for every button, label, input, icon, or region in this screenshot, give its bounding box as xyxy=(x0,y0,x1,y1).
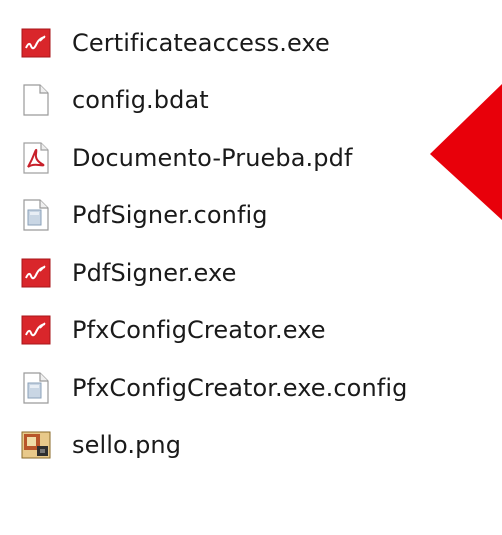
file-name: Certificateaccess.exe xyxy=(72,28,330,57)
blank-file-icon xyxy=(18,82,54,118)
file-name: Documento-Prueba.pdf xyxy=(72,143,353,172)
file-name: sello.png xyxy=(72,431,182,460)
signer-exe-icon xyxy=(18,25,54,61)
file-name: PdfSigner.exe xyxy=(72,258,237,287)
png-image-icon xyxy=(18,427,54,463)
file-item-certificateaccess-exe[interactable]: Certificateaccess.exe xyxy=(18,14,488,72)
file-item-pdfsigner-config[interactable]: PdfSigner.config xyxy=(18,187,488,245)
signer-exe-icon xyxy=(18,255,54,291)
file-name: PfxConfigCreator.exe xyxy=(72,316,326,345)
file-item-pfxconfigcreator-exe-config[interactable]: PfxConfigCreator.exe.config xyxy=(18,359,488,417)
file-item-documento-prueba-pdf[interactable]: Documento-Prueba.pdf xyxy=(18,129,488,187)
file-item-config-bdat[interactable]: config.bdat xyxy=(18,72,488,130)
file-name: PfxConfigCreator.exe.config xyxy=(72,373,408,402)
file-item-pdfsigner-exe[interactable]: PdfSigner.exe xyxy=(18,244,488,302)
red-arrow-pointer xyxy=(430,84,502,220)
red-arrow-shape xyxy=(430,84,502,220)
file-item-sello-png[interactable]: sello.png xyxy=(18,417,488,475)
file-list: Certificateaccess.exe config.bdat Docume… xyxy=(18,14,488,474)
config-file-icon xyxy=(18,370,54,406)
file-name: PdfSigner.config xyxy=(72,201,268,230)
signer-exe-icon xyxy=(18,312,54,348)
file-item-pfxconfigcreator-exe[interactable]: PfxConfigCreator.exe xyxy=(18,302,488,360)
pdf-file-icon xyxy=(18,140,54,176)
file-name: config.bdat xyxy=(72,86,209,115)
config-file-icon xyxy=(18,197,54,233)
